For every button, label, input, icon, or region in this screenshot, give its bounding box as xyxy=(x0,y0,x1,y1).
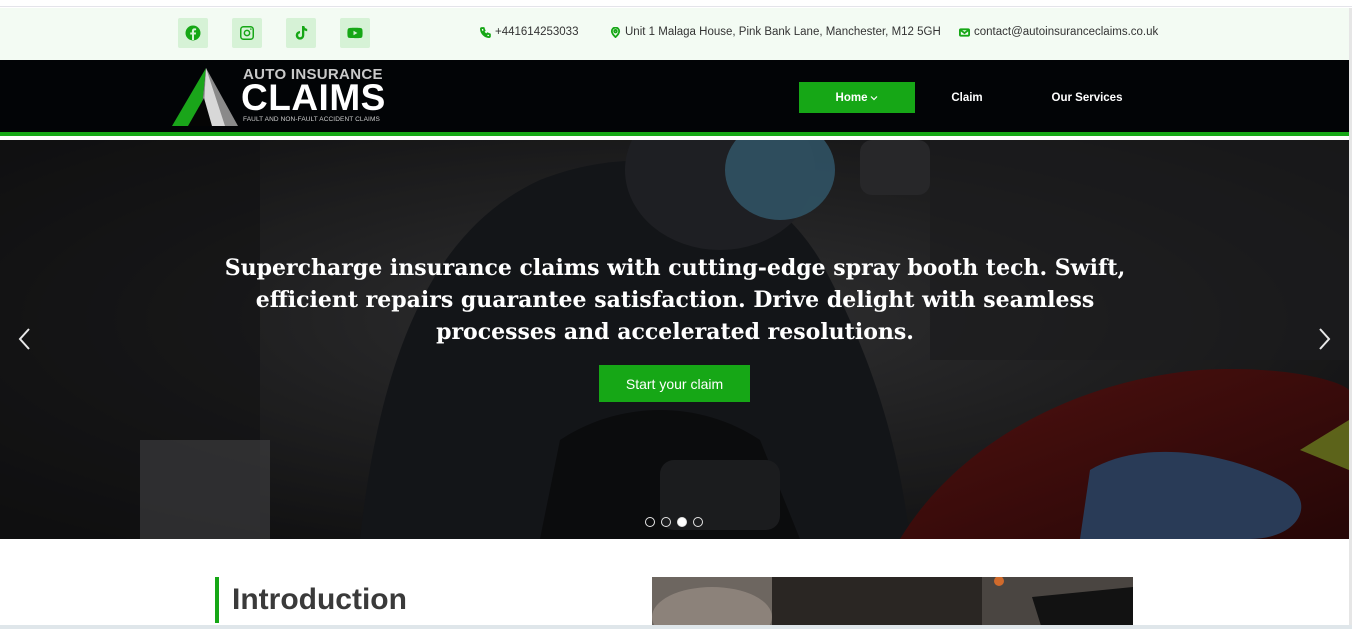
logo-text-main: CLAIMS xyxy=(241,77,386,118)
slider-dot-1[interactable] xyxy=(645,517,655,527)
slider-next-button[interactable] xyxy=(1314,326,1334,352)
slider-dot-2[interactable] xyxy=(661,517,671,527)
facebook-icon[interactable] xyxy=(178,18,208,48)
phone-number: +441614253033 xyxy=(495,26,579,38)
tiktok-icon[interactable] xyxy=(286,18,316,48)
start-claim-button[interactable]: Start your claim xyxy=(599,365,750,402)
chevron-right-icon xyxy=(1319,328,1331,350)
top-info-bar: +441614253033 Unit 1 Malaga House, Pink … xyxy=(0,8,1352,60)
site-logo[interactable]: AUTO INSURANCE CLAIMS FAULT AND NON-FAUL… xyxy=(170,66,386,128)
introduction-heading: Introduction xyxy=(232,583,407,616)
intro-photo xyxy=(652,577,1133,629)
address-contact: Unit 1 Malaga House, Pink Bank Lane, Man… xyxy=(610,26,941,38)
slider-prev-button[interactable] xyxy=(15,326,35,352)
phone-contact[interactable]: +441614253033 xyxy=(480,26,578,38)
hero-headline: Supercharge insurance claims with cuttin… xyxy=(224,255,1126,345)
logo-tagline: FAULT AND NON-FAULT ACCIDENT CLAIMS xyxy=(243,116,380,123)
email-address: contact@autoinsuranceclaims.co.uk xyxy=(974,26,1159,38)
hero-slider: Supercharge insurance claims with cuttin… xyxy=(0,140,1349,539)
location-pin-icon xyxy=(610,26,621,38)
slider-dot-4[interactable] xyxy=(693,517,703,527)
email-contact[interactable]: contact@autoinsuranceclaims.co.uk xyxy=(959,26,1158,38)
browser-top-strip xyxy=(0,0,1352,7)
instagram-icon[interactable] xyxy=(232,18,262,48)
bottom-edge xyxy=(0,625,1352,629)
youtube-icon[interactable] xyxy=(340,18,370,48)
logo-triangle-icon xyxy=(172,68,238,126)
nav-our-services[interactable]: Our Services xyxy=(1047,82,1127,113)
chevron-left-icon xyxy=(18,328,30,350)
slider-pagination xyxy=(645,517,703,527)
introduction-image xyxy=(652,577,1133,629)
nav-home-label: Home xyxy=(835,91,868,104)
nav-home[interactable]: Home xyxy=(799,82,915,113)
phone-icon xyxy=(480,26,491,38)
address-text: Unit 1 Malaga House, Pink Bank Lane, Man… xyxy=(625,26,941,38)
nav-claim[interactable]: Claim xyxy=(937,82,997,113)
chevron-down-icon xyxy=(871,95,878,100)
introduction-section: Introduction xyxy=(215,577,407,623)
mail-icon xyxy=(959,27,970,37)
slider-dot-3[interactable] xyxy=(677,517,687,527)
